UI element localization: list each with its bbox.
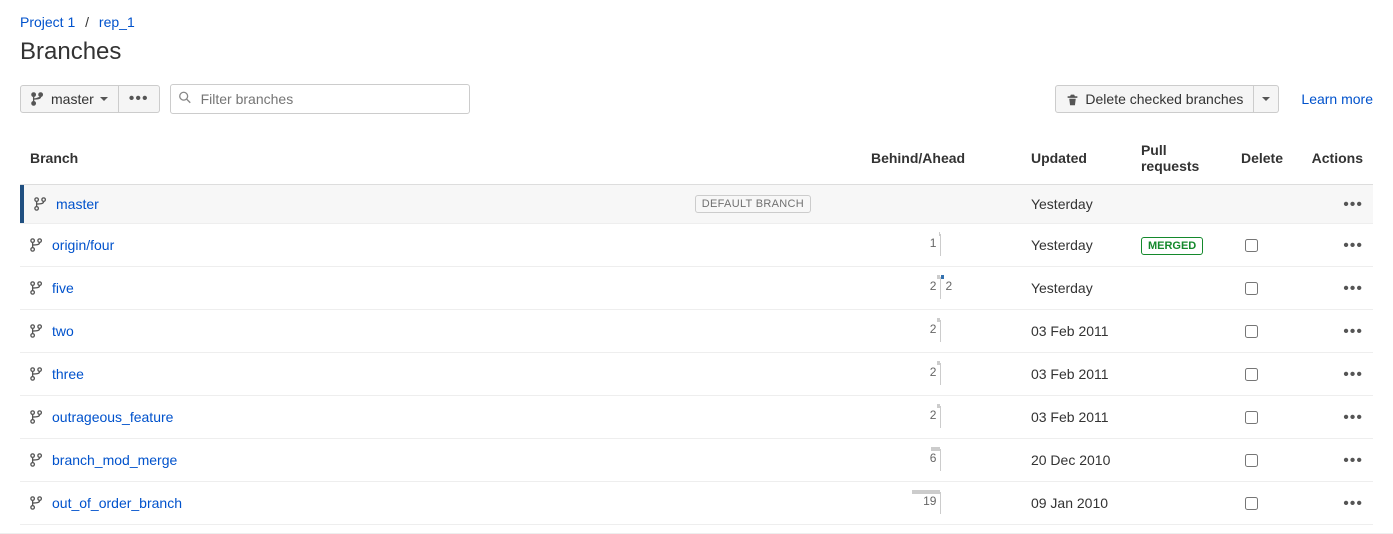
table-row: two 2 03 Feb 2011 ••• <box>20 310 1373 353</box>
toolbar: master ••• Delete checked branches Learn <box>20 84 1373 114</box>
breadcrumb-repo[interactable]: rep_1 <box>99 14 135 30</box>
branch-icon <box>34 197 48 211</box>
row-actions-button[interactable]: ••• <box>1343 495 1363 512</box>
branch-more-button[interactable]: ••• <box>119 85 160 113</box>
branch-link[interactable]: two <box>52 323 74 339</box>
delete-checkbox[interactable] <box>1245 282 1258 295</box>
branch-link[interactable]: master <box>56 196 99 212</box>
row-actions-button[interactable]: ••• <box>1343 366 1363 383</box>
more-icon: ••• <box>129 91 149 107</box>
col-branch: Branch <box>20 134 861 185</box>
behind-count: 6 <box>930 451 937 465</box>
col-pull-requests: Pull requests <box>1131 134 1231 185</box>
behind-count: 2 <box>930 365 937 379</box>
delete-checked-label: Delete checked branches <box>1085 91 1243 107</box>
table-row: branch_mod_merge 6 20 Dec 2010 ••• <box>20 439 1373 482</box>
behind-count: 19 <box>923 494 936 508</box>
row-actions-button[interactable]: ••• <box>1343 280 1363 297</box>
delete-checkbox[interactable] <box>1245 411 1258 424</box>
breadcrumb-separator: / <box>85 14 89 30</box>
breadcrumb: Project 1 / rep_1 <box>20 14 1373 30</box>
branch-selector-group: master ••• <box>20 85 160 113</box>
filter-branches-input[interactable] <box>170 84 470 114</box>
behind-ahead-indicator: 1 <box>871 234 1011 256</box>
behind-count: 2 <box>930 322 937 336</box>
updated-cell: 03 Feb 2011 <box>1021 396 1131 439</box>
table-row: five 22 Yesterday ••• <box>20 267 1373 310</box>
branch-icon <box>31 92 45 106</box>
branch-icon <box>30 496 44 510</box>
page-title: Branches <box>20 38 1373 66</box>
default-branch-badge: DEFAULT BRANCH <box>695 195 811 213</box>
branches-table: Branch Behind/Ahead Updated Pull request… <box>20 134 1373 525</box>
table-row: three 2 03 Feb 2011 ••• <box>20 353 1373 396</box>
behind-ahead-indicator: 19 <box>871 492 1011 514</box>
delete-checkbox[interactable] <box>1245 325 1258 338</box>
table-row: origin/four 1 Yesterday MERGED ••• <box>20 224 1373 267</box>
col-behind-ahead: Behind/Ahead <box>861 134 1021 185</box>
row-actions-button[interactable]: ••• <box>1343 323 1363 340</box>
behind-ahead-indicator: 6 <box>871 449 1011 471</box>
behind-ahead-indicator: 22 <box>871 277 1011 299</box>
updated-cell: 03 Feb 2011 <box>1021 310 1131 353</box>
col-updated: Updated <box>1021 134 1131 185</box>
branch-icon <box>30 324 44 338</box>
branch-icon <box>30 367 44 381</box>
branch-selector-button[interactable]: master <box>20 85 119 113</box>
branch-selector-label: master <box>51 91 94 107</box>
delete-checkbox[interactable] <box>1245 368 1258 381</box>
updated-cell: 03 Feb 2011 <box>1021 353 1131 396</box>
behind-count: 2 <box>930 408 937 422</box>
delete-checkbox[interactable] <box>1245 454 1258 467</box>
delete-checkbox[interactable] <box>1245 239 1258 252</box>
col-actions: Actions <box>1293 134 1373 185</box>
delete-checkbox[interactable] <box>1245 497 1258 510</box>
behind-ahead-indicator: 2 <box>871 320 1011 342</box>
delete-checked-caret[interactable] <box>1254 85 1279 113</box>
branch-icon <box>30 410 44 424</box>
merged-badge: MERGED <box>1141 237 1203 255</box>
row-actions-button[interactable]: ••• <box>1343 196 1363 213</box>
behind-count: 1 <box>930 236 937 250</box>
updated-cell: 20 Dec 2010 <box>1021 439 1131 482</box>
row-actions-button[interactable]: ••• <box>1343 409 1363 426</box>
branch-icon <box>30 453 44 467</box>
table-row: master DEFAULT BRANCH Yesterday ••• <box>20 185 1373 224</box>
branch-icon <box>30 281 44 295</box>
updated-cell: Yesterday <box>1021 185 1131 224</box>
trash-icon <box>1066 93 1079 106</box>
learn-more-link[interactable]: Learn more <box>1301 91 1373 107</box>
filter-wrap <box>170 84 470 114</box>
table-row: out_of_order_branch 19 09 Jan 2010 ••• <box>20 482 1373 525</box>
ahead-count: 2 <box>945 279 952 293</box>
branch-icon <box>30 238 44 252</box>
branch-link[interactable]: branch_mod_merge <box>52 452 177 468</box>
branch-link[interactable]: out_of_order_branch <box>52 495 182 511</box>
updated-cell: Yesterday <box>1021 267 1131 310</box>
delete-checked-button[interactable]: Delete checked branches <box>1055 85 1254 113</box>
behind-ahead-indicator: 2 <box>871 363 1011 385</box>
row-actions-button[interactable]: ••• <box>1343 237 1363 254</box>
chevron-down-icon <box>100 97 108 101</box>
updated-cell: 09 Jan 2010 <box>1021 482 1131 525</box>
branch-link[interactable]: three <box>52 366 84 382</box>
row-actions-button[interactable]: ••• <box>1343 452 1363 469</box>
behind-ahead-indicator: 2 <box>871 406 1011 428</box>
branch-link[interactable]: origin/four <box>52 237 114 253</box>
updated-cell: Yesterday <box>1021 224 1131 267</box>
behind-count: 2 <box>930 279 937 293</box>
breadcrumb-project[interactable]: Project 1 <box>20 14 75 30</box>
branch-link[interactable]: five <box>52 280 74 296</box>
delete-checked-group: Delete checked branches <box>1055 85 1279 113</box>
col-delete: Delete <box>1231 134 1293 185</box>
table-row: outrageous_feature 2 03 Feb 2011 ••• <box>20 396 1373 439</box>
branch-link[interactable]: outrageous_feature <box>52 409 173 425</box>
chevron-down-icon <box>1262 97 1270 101</box>
